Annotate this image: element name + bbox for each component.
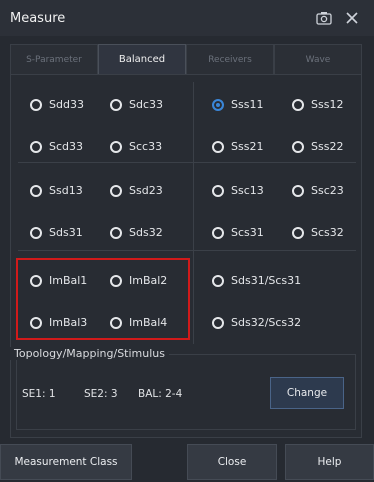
radio-label: Scs31: [231, 226, 264, 239]
change-button[interactable]: Change: [270, 377, 344, 409]
radio-button-icon[interactable]: [212, 274, 224, 287]
tab-wave[interactable]: Wave: [274, 44, 362, 74]
radio-label: Sss12: [311, 98, 344, 111]
radio-label: Scc33: [129, 140, 163, 153]
title-bar: Measure: [0, 0, 374, 36]
radio-label: Sds31: [49, 226, 83, 239]
measurement-class-button[interactable]: Measurement Class: [0, 444, 132, 480]
divider: [18, 250, 356, 251]
radio-button-icon[interactable]: [212, 226, 224, 239]
tab-bar: S-Parameter Balanced Receivers Wave: [10, 44, 362, 74]
se1-value: SE1: 1: [22, 388, 56, 400]
radio-option-sds32-scs32[interactable]: Sds32/Scs32: [212, 316, 301, 329]
close-icon[interactable]: [340, 6, 364, 30]
radio-label: Sdd33: [49, 98, 84, 111]
screenshot-icon[interactable]: [312, 6, 336, 30]
radio-label: Sss21: [231, 140, 264, 153]
radio-option-ssc13[interactable]: Ssc13: [212, 184, 264, 197]
radio-option-scd33[interactable]: Scd33: [30, 140, 83, 153]
close-button[interactable]: Close: [187, 444, 277, 480]
radio-button-icon[interactable]: [30, 140, 42, 153]
radio-option-scs31[interactable]: Scs31: [212, 226, 264, 239]
radio-button-icon[interactable]: [292, 140, 304, 153]
radio-button-icon[interactable]: [292, 184, 304, 197]
radio-button-icon[interactable]: [292, 226, 304, 239]
radio-option-sds31-scs31[interactable]: Sds31/Scs31: [212, 274, 301, 287]
radio-option-scs32[interactable]: Scs32: [292, 226, 344, 239]
radio-button-icon[interactable]: [110, 226, 122, 239]
radio-label: Ssc13: [231, 184, 264, 197]
radio-button-icon[interactable]: [110, 98, 122, 111]
radio-button-icon[interactable]: [212, 140, 224, 153]
radio-button-icon[interactable]: [212, 184, 224, 197]
radio-label: Sdc33: [129, 98, 164, 111]
radio-label: Scs32: [311, 226, 344, 239]
dialog-title: Measure: [10, 10, 66, 26]
radio-label: Sds31/Scs31: [231, 274, 302, 287]
radio-option-sss11[interactable]: Sss11: [212, 98, 263, 111]
radio-button-icon[interactable]: [30, 184, 42, 197]
radio-option-sss12[interactable]: Sss12: [292, 98, 343, 111]
measure-dialog: Measure S-Parameter Balanced Receivers W…: [0, 0, 374, 482]
radio-label: Sss22: [311, 140, 344, 153]
radio-option-sds32[interactable]: Sds32: [110, 226, 163, 239]
radio-option-sss22[interactable]: Sss22: [292, 140, 343, 153]
radio-label: Sds32: [129, 226, 163, 239]
radio-option-sdd33[interactable]: Sdd33: [30, 98, 84, 111]
radio-button-icon[interactable]: [110, 184, 122, 197]
radio-button-icon[interactable]: [110, 140, 122, 153]
divider: [193, 82, 194, 344]
radio-button-icon[interactable]: [30, 226, 42, 239]
radio-label: Ssc23: [311, 184, 344, 197]
radio-button-icon[interactable]: [292, 98, 304, 111]
tab-balanced[interactable]: Balanced: [98, 44, 186, 74]
tab-receivers[interactable]: Receivers: [186, 44, 274, 74]
radio-option-sds31[interactable]: Sds31: [30, 226, 83, 239]
highlight-box: [16, 258, 190, 340]
topology-label: Topology/Mapping/Stimulus: [10, 347, 169, 360]
radio-label: Sss11: [231, 98, 264, 111]
radio-option-ssd23[interactable]: Ssd23: [110, 184, 163, 197]
bal-value: BAL: 2-4: [138, 388, 183, 400]
radio-button-icon[interactable]: [212, 316, 224, 329]
help-button[interactable]: Help: [285, 444, 374, 480]
divider: [18, 162, 356, 163]
radio-button-icon[interactable]: [30, 98, 42, 111]
radio-label: Ssd13: [49, 184, 83, 197]
radio-option-sss21[interactable]: Sss21: [212, 140, 263, 153]
radio-option-ssd13[interactable]: Ssd13: [30, 184, 83, 197]
radio-label: Sds32/Scs32: [231, 316, 302, 329]
radio-button-icon[interactable]: [212, 98, 224, 111]
tab-s-parameter[interactable]: S-Parameter: [10, 44, 98, 74]
se2-value: SE2: 3: [84, 388, 118, 400]
radio-label: Ssd23: [129, 184, 163, 197]
radio-option-ssc23[interactable]: Ssc23: [292, 184, 344, 197]
radio-option-sdc33[interactable]: Sdc33: [110, 98, 163, 111]
radio-option-scc33[interactable]: Scc33: [110, 140, 162, 153]
radio-label: Scd33: [49, 140, 84, 153]
